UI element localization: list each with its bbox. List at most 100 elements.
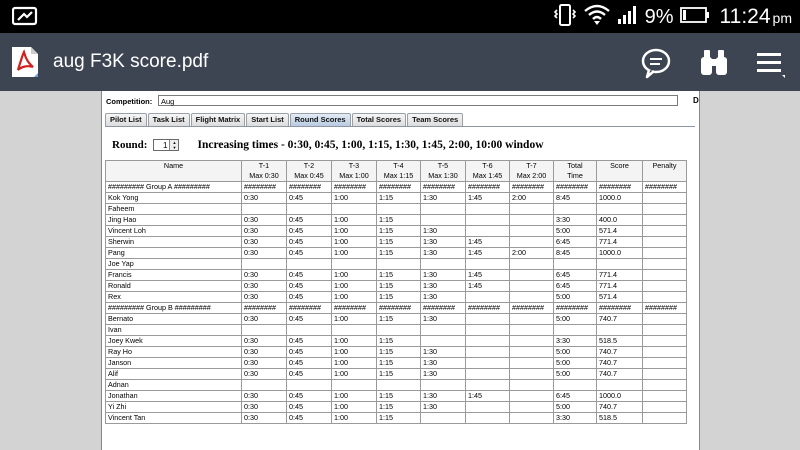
- pilot-name-cell[interactable]: Rex: [105, 291, 242, 303]
- column-header[interactable]: Penalty: [642, 160, 687, 182]
- score-cell[interactable]: [420, 214, 466, 226]
- score-cell[interactable]: 1:00: [331, 401, 377, 413]
- score-cell[interactable]: 1:00: [331, 291, 377, 303]
- score-cell[interactable]: [286, 324, 332, 336]
- score-cell[interactable]: [376, 258, 421, 270]
- score-cell[interactable]: 740.7: [596, 313, 643, 325]
- score-cell[interactable]: [642, 412, 687, 424]
- score-cell[interactable]: 518.5: [596, 335, 643, 347]
- score-cell[interactable]: 1:00: [331, 269, 377, 281]
- score-cell[interactable]: 771.4: [596, 269, 643, 281]
- score-cell[interactable]: 5:00: [553, 225, 597, 237]
- table-row[interactable]: Jonathan 0:30 0:45 1:00 1:15 1:30 1:45 6:45 1000…: [105, 390, 687, 402]
- score-cell[interactable]: [286, 379, 332, 391]
- column-header[interactable]: T-5 Max 1:30: [420, 160, 466, 182]
- score-cell[interactable]: [642, 335, 687, 347]
- pilot-name-cell[interactable]: Ronald: [105, 280, 242, 292]
- tab-start-list[interactable]: Start List: [246, 113, 289, 126]
- score-cell[interactable]: 1:15: [376, 346, 421, 358]
- score-cell[interactable]: 1:00: [331, 214, 377, 226]
- score-cell[interactable]: 0:30: [241, 401, 287, 413]
- score-cell[interactable]: ########: [420, 302, 466, 314]
- round-spinner[interactable]: 1 ▲ ▼: [153, 139, 180, 151]
- score-cell[interactable]: [465, 335, 510, 347]
- score-cell[interactable]: ########: [509, 302, 554, 314]
- score-cell[interactable]: [241, 203, 287, 215]
- table-row[interactable]: Alif 0:30 0:45 1:00 1:15 1:30 5:00 740.7: [105, 368, 687, 380]
- score-cell[interactable]: ########: [331, 181, 377, 193]
- pilot-name-cell[interactable]: Jonathan: [105, 390, 242, 402]
- column-header[interactable]: Total Time: [553, 160, 597, 182]
- score-cell[interactable]: [420, 258, 466, 270]
- score-cell[interactable]: [241, 379, 287, 391]
- score-cell[interactable]: [465, 313, 510, 325]
- score-cell[interactable]: 0:30: [241, 225, 287, 237]
- score-cell[interactable]: 5:00: [553, 368, 597, 380]
- score-cell[interactable]: 1:45: [465, 390, 510, 402]
- score-cell[interactable]: [509, 390, 554, 402]
- score-cell[interactable]: ########: [596, 181, 643, 193]
- table-row[interactable]: Joe Yap: [105, 258, 687, 270]
- pilot-name-cell[interactable]: Joe Yap: [105, 258, 242, 270]
- score-cell[interactable]: [465, 324, 510, 336]
- score-cell[interactable]: 1:45: [465, 280, 510, 292]
- score-cell[interactable]: 1:15: [376, 225, 421, 237]
- pilot-name-cell[interactable]: Faheem: [105, 203, 242, 215]
- score-cell[interactable]: 0:45: [286, 280, 332, 292]
- tab-pilot-list[interactable]: Pilot List: [105, 113, 147, 126]
- pilot-name-cell[interactable]: Joey Kwek: [105, 335, 242, 347]
- score-cell[interactable]: [509, 258, 554, 270]
- score-cell[interactable]: [642, 192, 687, 204]
- score-cell[interactable]: [509, 236, 554, 248]
- table-row[interactable]: Faheem: [105, 203, 687, 215]
- score-cell[interactable]: 0:45: [286, 401, 332, 413]
- table-row[interactable]: Sherwin 0:30 0:45 1:00 1:15 1:30 1:45 6:45 771.4: [105, 236, 687, 248]
- score-cell[interactable]: ########: [376, 181, 421, 193]
- score-cell[interactable]: 0:30: [241, 357, 287, 369]
- score-cell[interactable]: [376, 379, 421, 391]
- score-cell[interactable]: 6:45: [553, 236, 597, 248]
- score-cell[interactable]: [331, 258, 377, 270]
- score-cell[interactable]: [331, 203, 377, 215]
- score-cell[interactable]: [376, 203, 421, 215]
- score-cell[interactable]: 1:15: [376, 236, 421, 248]
- score-cell[interactable]: 1:00: [331, 192, 377, 204]
- score-cell[interactable]: [286, 203, 332, 215]
- table-row[interactable]: Rex 0:30 0:45 1:00 1:15 1:30 5:00 571.4: [105, 291, 687, 303]
- score-cell[interactable]: 1:15: [376, 280, 421, 292]
- score-cell[interactable]: 1:45: [465, 269, 510, 281]
- pdf-viewport[interactable]: Competition: Aug D Pilot List Task List …: [0, 91, 800, 450]
- table-row[interactable]: Bernato 0:30 0:45 1:00 1:15 1:30 5:00 740.7: [105, 313, 687, 325]
- score-cell[interactable]: [642, 258, 687, 270]
- score-cell[interactable]: 1:00: [331, 412, 377, 424]
- score-cell[interactable]: 571.4: [596, 291, 643, 303]
- score-cell[interactable]: 1:00: [331, 313, 377, 325]
- score-cell[interactable]: [241, 258, 287, 270]
- tab-flight-matrix[interactable]: Flight Matrix: [190, 113, 246, 126]
- score-cell[interactable]: 1:30: [420, 401, 466, 413]
- score-cell[interactable]: 740.7: [596, 346, 643, 358]
- table-row[interactable]: Vincent Loh 0:30 0:45 1:00 1:15 1:30 5:00 571.4: [105, 225, 687, 237]
- score-cell[interactable]: [509, 335, 554, 347]
- binoculars-icon[interactable]: [698, 47, 730, 84]
- pilot-name-cell[interactable]: Ray Ho: [105, 346, 242, 358]
- score-cell[interactable]: 1000.0: [596, 390, 643, 402]
- score-cell[interactable]: [509, 346, 554, 358]
- score-cell[interactable]: 1:15: [376, 247, 421, 259]
- pilot-name-cell[interactable]: Vincent Loh: [105, 225, 242, 237]
- score-cell[interactable]: 0:30: [241, 291, 287, 303]
- pilot-name-cell[interactable]: ######### Group B #########: [105, 302, 242, 314]
- score-cell[interactable]: ########: [642, 302, 687, 314]
- score-cell[interactable]: [642, 269, 687, 281]
- score-cell[interactable]: 0:30: [241, 247, 287, 259]
- score-cell[interactable]: 3:30: [553, 412, 597, 424]
- column-header[interactable]: Score: [596, 160, 643, 182]
- score-cell[interactable]: ########: [465, 302, 510, 314]
- score-cell[interactable]: ########: [509, 181, 554, 193]
- score-cell[interactable]: ########: [642, 181, 687, 193]
- score-cell[interactable]: 1:30: [420, 192, 466, 204]
- score-cell[interactable]: [509, 379, 554, 391]
- score-cell[interactable]: 0:30: [241, 236, 287, 248]
- pilot-name-cell[interactable]: Sherwin: [105, 236, 242, 248]
- score-cell[interactable]: 0:45: [286, 368, 332, 380]
